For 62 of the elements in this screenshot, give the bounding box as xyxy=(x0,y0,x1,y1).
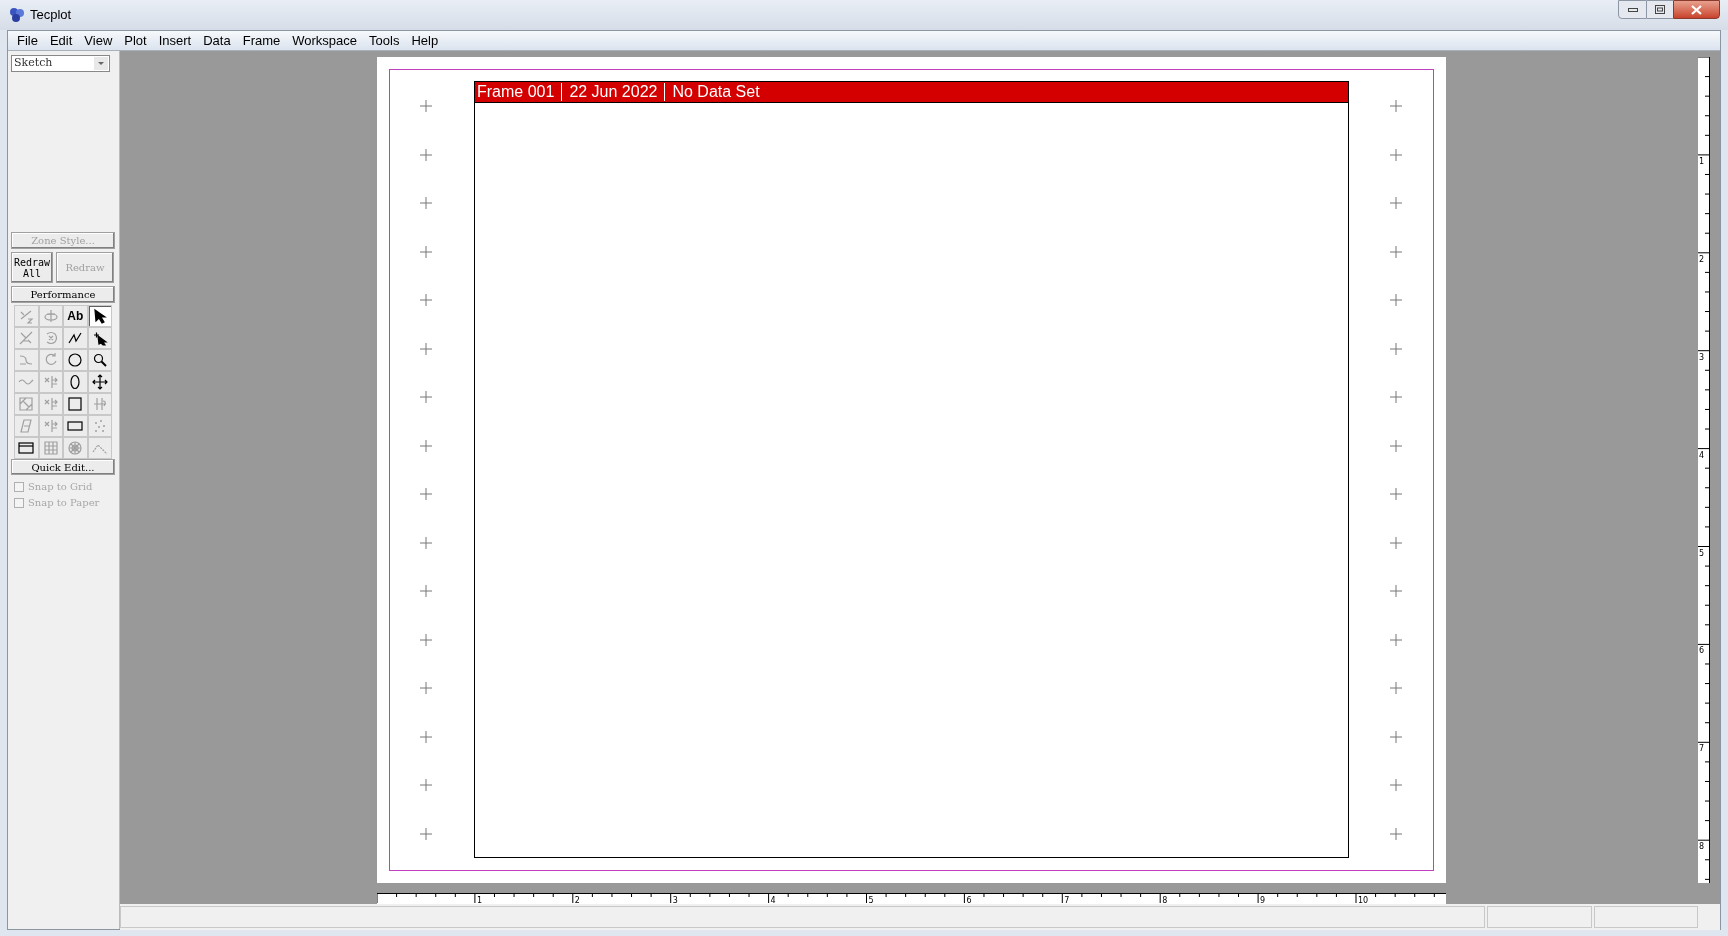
frame-header-text: 22 Jun 2022 xyxy=(561,83,665,101)
grid-cross-icon xyxy=(420,342,432,355)
horizontal-ruler: 1 2 3 4 5 6 7 8 9 10 xyxy=(377,893,1446,904)
grid-cross-icon xyxy=(1389,391,1402,404)
menu-item[interactable]: Data xyxy=(197,30,237,51)
grid-cross-icon xyxy=(1389,633,1402,646)
dropdown-caret-icon xyxy=(94,57,108,70)
mode-dropdown[interactable]: Sketch xyxy=(11,55,110,72)
grid-cross-icon xyxy=(420,633,432,646)
grid-cross-icon xyxy=(420,294,432,307)
menu-item[interactable]: Frame xyxy=(236,30,287,51)
performance-button[interactable]: Performance xyxy=(11,286,115,303)
close-button[interactable] xyxy=(1673,0,1720,19)
vertical-ruler: 1 2 3 4 5 6 7 8 xyxy=(1698,57,1710,883)
menu-item[interactable]: Help xyxy=(405,30,445,51)
grid-cross-icon xyxy=(420,148,432,161)
grid-cross-icon xyxy=(1389,827,1402,840)
maximize-button[interactable] xyxy=(1647,0,1673,19)
frame-header-text: Frame 001 xyxy=(476,83,556,101)
grid-cross-icon xyxy=(1389,439,1402,452)
maximize-icon xyxy=(1655,5,1665,14)
grid-cross-icon xyxy=(1389,148,1402,161)
grid-cross-icon xyxy=(420,391,432,404)
grid-cross-icon xyxy=(1389,100,1402,112)
checkbox-label: Snap to Paper xyxy=(28,496,100,510)
minimize-icon xyxy=(1627,7,1638,12)
checkbox-label: Snap to Grid xyxy=(28,480,93,494)
grid-cross-icon xyxy=(1389,294,1402,307)
grid-cross-icon xyxy=(420,682,432,695)
menu-item[interactable]: Insert xyxy=(152,30,198,51)
frame-header-text: No Data Set xyxy=(664,83,767,101)
grid-cross-icon xyxy=(1389,245,1402,258)
grid-cross-icon xyxy=(420,439,432,452)
grid-cross-icon xyxy=(1389,585,1402,598)
grid-cross-icon xyxy=(1389,488,1402,501)
grid-cross-icon xyxy=(1389,682,1402,695)
quick-edit-button[interactable]: Quick Edit... xyxy=(11,459,115,475)
menu-item[interactable]: File xyxy=(11,30,44,51)
grid-cross-icon xyxy=(420,100,432,112)
grid-cross-icon xyxy=(420,488,432,501)
menu-item[interactable]: Workspace xyxy=(286,30,364,51)
close-icon xyxy=(1691,4,1702,15)
grid-cross-icon xyxy=(1389,779,1402,792)
app-logo-icon xyxy=(8,6,26,24)
grid-cross-icon xyxy=(1389,730,1402,743)
grid-cross-icon xyxy=(420,536,432,549)
grid-cross-icon xyxy=(420,585,432,598)
menu-item[interactable]: Tools xyxy=(363,30,406,51)
grid-cross-icon xyxy=(420,779,432,792)
grid-cross-icon xyxy=(420,827,432,840)
menu-item[interactable]: View xyxy=(78,30,119,51)
grid-cross-icon xyxy=(1389,342,1402,355)
grid-cross-icon xyxy=(1389,536,1402,549)
grid-cross-icon xyxy=(420,730,432,743)
grid-cross-icon xyxy=(420,245,432,258)
menu-item[interactable]: Plot xyxy=(118,30,153,51)
menu-item[interactable]: Edit xyxy=(43,30,79,51)
minimize-button[interactable] xyxy=(1618,0,1647,19)
redraw-all-button[interactable]: Redraw All xyxy=(11,252,53,283)
grid-cross-icon xyxy=(420,197,432,210)
grid-cross-icon xyxy=(1389,197,1402,210)
window-title: Tecplot xyxy=(30,6,72,25)
